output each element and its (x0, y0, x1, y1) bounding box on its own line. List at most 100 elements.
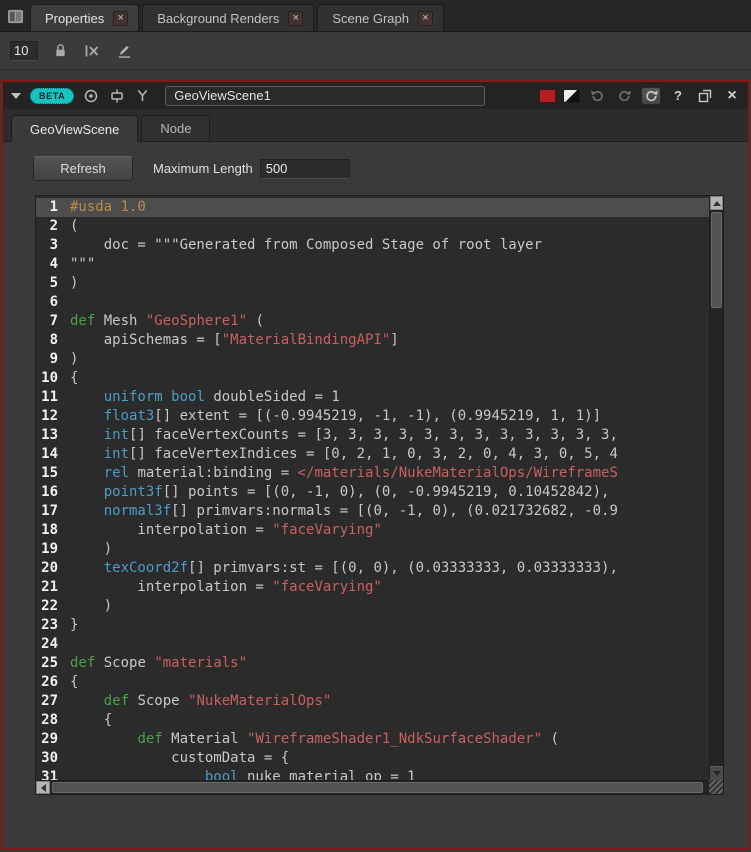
code-text: ) (70, 597, 112, 616)
code-line: 13 int[] faceVertexCounts = [3, 3, 3, 3,… (36, 426, 709, 445)
code-text: ) (70, 350, 78, 369)
node-color-swatch[interactable] (539, 89, 556, 103)
line-number: 6 (36, 293, 70, 312)
line-number: 19 (36, 540, 70, 559)
code-text: normal3f[] primvars:normals = [(0, -1, 0… (70, 502, 618, 521)
code-text: texCoord2f[] primvars:st = [(0, 0), (0.0… (70, 559, 618, 578)
node-panel: BETA (1, 80, 750, 850)
tab-close-icon[interactable]: × (418, 11, 433, 26)
undo-icon[interactable] (587, 87, 607, 105)
max-panels-input[interactable] (10, 41, 38, 61)
panel-tab-bar: GeoViewScene Node (3, 109, 748, 142)
usd-code-viewer[interactable]: 1#usda 1.02(3 doc = """Generated from Co… (35, 195, 724, 795)
code-line: 1#usda 1.0 (36, 198, 709, 217)
vertical-scroll-thumb[interactable] (711, 212, 722, 308)
redo-icon[interactable] (614, 87, 634, 105)
line-number: 31 (36, 768, 70, 780)
code-line: 29 def Material "WireframeShader1_NdkSur… (36, 730, 709, 749)
line-number: 5 (36, 274, 70, 293)
tab-label: Scene Graph (332, 11, 409, 26)
tab-label: Background Renders (157, 11, 279, 26)
tab-geoviewscene[interactable]: GeoViewScene (11, 115, 138, 142)
line-number: 23 (36, 616, 70, 635)
tab-scene-graph[interactable]: Scene Graph × (317, 4, 444, 31)
code-line: 17 normal3f[] primvars:normals = [(0, -1… (36, 502, 709, 521)
code-text: { (70, 711, 112, 730)
code-line: 26{ (36, 673, 709, 692)
horizontal-scrollbar[interactable] (36, 780, 709, 794)
line-number: 22 (36, 597, 70, 616)
code-text: bool nuke_material_op = 1 (70, 768, 416, 780)
code-text: int[] faceVertexCounts = [3, 3, 3, 3, 3,… (70, 426, 618, 445)
code-text: ) (70, 540, 112, 559)
code-line: 2( (36, 217, 709, 236)
horizontal-scroll-thumb[interactable] (52, 782, 703, 793)
code-line: 19 ) (36, 540, 709, 559)
node-name-input[interactable] (165, 86, 485, 106)
code-text: def Scope "NukeMaterialOps" (70, 692, 331, 711)
line-number: 18 (36, 521, 70, 540)
controls-row: Refresh Maximum Length (33, 156, 748, 181)
input-connector-icon[interactable] (133, 86, 152, 105)
node-graph-icon[interactable] (107, 86, 126, 105)
code-text: def Scope "materials" (70, 654, 247, 673)
code-line: 10{ (36, 369, 709, 388)
vertical-scrollbar[interactable] (709, 196, 723, 780)
line-number: 3 (36, 236, 70, 255)
code-text: int[] faceVertexIndices = [0, 2, 1, 0, 3… (70, 445, 618, 464)
line-number: 8 (36, 331, 70, 350)
code-line: 25def Scope "materials" (36, 654, 709, 673)
code-line: 22 ) (36, 597, 709, 616)
help-button[interactable]: ? (668, 87, 688, 105)
code-line: 14 int[] faceVertexIndices = [0, 2, 1, 0… (36, 445, 709, 464)
center-node-icon[interactable] (81, 86, 100, 105)
code-line: 8 apiSchemas = ["MaterialBindingAPI"] (36, 331, 709, 350)
pane-layout-icon[interactable] (4, 4, 26, 28)
code-line: 11 uniform bool doubleSided = 1 (36, 388, 709, 407)
code-line: 9) (36, 350, 709, 369)
tab-background-renders[interactable]: Background Renders × (142, 4, 314, 31)
line-number: 9 (36, 350, 70, 369)
line-number: 29 (36, 730, 70, 749)
edit-pencil-icon[interactable] (114, 41, 134, 61)
code-line: 16 point3f[] points = [(0, -1, 0), (0, -… (36, 483, 709, 502)
line-number: 20 (36, 559, 70, 578)
code-line: 23} (36, 616, 709, 635)
max-length-input[interactable] (260, 159, 350, 179)
line-number: 15 (36, 464, 70, 483)
tab-label: Properties (45, 11, 104, 26)
code-line: 7def Mesh "GeoSphere1" ( (36, 312, 709, 331)
code-text: """ (70, 255, 95, 274)
code-text: #usda 1.0 (70, 198, 146, 217)
code-line: 31 bool nuke_material_op = 1 (36, 768, 709, 780)
tab-properties[interactable]: Properties × (30, 4, 139, 31)
line-number: 4 (36, 255, 70, 274)
beta-badge: BETA (30, 88, 74, 104)
revert-button[interactable] (641, 87, 661, 105)
code-text: float3[] extent = [(-0.9945219, -1, -1),… (70, 407, 601, 426)
tab-close-icon[interactable]: × (288, 11, 303, 26)
code-text: interpolation = "faceVarying" (70, 578, 382, 597)
tab-close-icon[interactable]: × (113, 11, 128, 26)
line-number: 2 (36, 217, 70, 236)
tab-node[interactable]: Node (141, 115, 210, 141)
collapse-triangle-icon[interactable] (11, 93, 21, 99)
code-line: 27 def Scope "NukeMaterialOps" (36, 692, 709, 711)
scroll-up-button[interactable] (710, 196, 723, 210)
code-line: 24 (36, 635, 709, 654)
close-all-panels-icon[interactable] (82, 41, 102, 61)
lock-icon[interactable] (50, 41, 70, 61)
code-line: 20 texCoord2f[] primvars:st = [(0, 0), (… (36, 559, 709, 578)
gl-color-toggle-icon[interactable] (563, 89, 580, 103)
close-panel-button[interactable]: × (722, 87, 742, 105)
line-number: 13 (36, 426, 70, 445)
scroll-left-button[interactable] (36, 781, 50, 794)
tab-label: Node (160, 121, 191, 136)
code-line: 21 interpolation = "faceVarying" (36, 578, 709, 597)
code-text: point3f[] points = [(0, -1, 0), (0, -0.9… (70, 483, 609, 502)
scroll-down-button[interactable] (710, 766, 723, 780)
refresh-button[interactable]: Refresh (33, 156, 133, 181)
line-number: 26 (36, 673, 70, 692)
code-text: ) (70, 274, 78, 293)
float-panel-icon[interactable] (695, 87, 715, 105)
